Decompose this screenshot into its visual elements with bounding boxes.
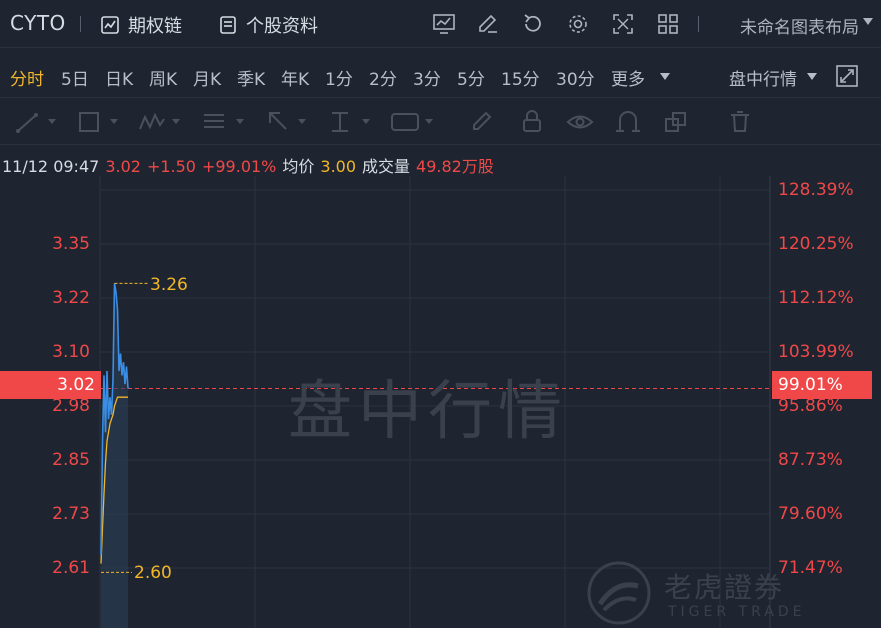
quote-info-line: 11/12 09:47 3.02 +1.50 +99.01% 均价 3.00 成交量 49.8… [2,153,500,177]
fib-tool-icon[interactable] [200,109,228,135]
tab-period-more[interactable]: 更多 [611,65,645,90]
label-tool-icon[interactable] [390,109,422,135]
top-bar: CYTO 期权链 个股资料 未命名图表布局 [0,0,881,48]
quote-price: 3.02 [105,157,141,176]
chevron-down-icon[interactable] [298,119,306,124]
stock-profile-label: 个股资料 [246,16,318,37]
tab-period-daily[interactable]: 日K [105,65,133,90]
trash-icon[interactable] [726,109,754,135]
magnet-icon[interactable] [614,109,642,135]
tab-period-5m[interactable]: 5分 [457,65,485,90]
divider [698,16,699,32]
chart-type-icon[interactable] [431,12,457,36]
expand-icon[interactable] [836,65,858,87]
divider [80,16,81,32]
tab-period-2m[interactable]: 2分 [369,65,397,90]
tab-period-15m[interactable]: 15分 [501,65,540,90]
grid-layout-icon[interactable] [655,12,681,36]
stock-profile-link[interactable]: 个股资料 [218,12,318,38]
y-tick-left: 3.10 [52,342,90,362]
options-chain-label: 期权链 [128,16,182,37]
chevron-down-icon[interactable] [236,119,244,124]
tab-period-weekly[interactable]: 周K [149,65,177,90]
y-tick-left: 3.22 [52,288,90,308]
y-tick-right: 112.12% [778,288,854,308]
chevron-down-icon[interactable] [660,73,670,80]
tab-period-5d[interactable]: 5日 [61,65,89,90]
copy-icon[interactable] [662,109,690,135]
price-area-fill [101,283,128,628]
tiger-logo-icon [587,561,651,625]
quote-change-pct: +99.01% [201,157,277,176]
y-tick-left: 2.61 [52,558,90,578]
watermark-text: 盘中行情 [288,375,568,449]
low-price-annotation: 2.60 [134,563,172,583]
tab-period-timeshare[interactable]: 分时 [10,65,44,90]
options-chain-link[interactable]: 期权链 [100,12,182,38]
arrow-tool-icon[interactable] [264,109,292,135]
chevron-down-icon[interactable] [110,119,118,124]
volume-label: 成交量 [362,157,411,176]
y-tick-right: 103.99% [778,342,854,362]
options-chain-icon [101,16,119,34]
draw-edit-icon[interactable] [475,12,501,36]
tab-period-yearly[interactable]: 年K [281,65,309,90]
current-pct-tag: 99.01% [772,371,872,399]
tab-period-1m[interactable]: 1分 [325,65,353,90]
y-tick-right: 71.47% [778,558,843,578]
chevron-down-icon[interactable] [807,73,817,80]
period-bar: 分时 5日 日K 周K 月K 季K 年K 1分 2分 3分 5分 15分 30分… [0,52,881,98]
tab-period-quarterly[interactable]: 季K [237,65,265,90]
layout-name-dropdown[interactable]: 未命名图表布局 [740,13,859,38]
current-price-tag: 3.02 [0,371,101,399]
y-tick-right: 79.60% [778,504,843,524]
wave-tool-icon[interactable] [138,109,166,135]
y-tick-left: 2.98 [52,396,90,416]
tab-period-monthly[interactable]: 月K [193,65,221,90]
fullscreen-icon[interactable] [610,12,636,36]
avg-price-label: 均价 [282,157,315,176]
chevron-down-icon[interactable] [863,18,873,25]
logo-text: 老虎證券 [664,571,785,604]
y-tick-left: 2.73 [52,504,90,524]
y-tick-left: 2.85 [52,450,90,470]
y-tick-right: 95.86% [778,396,843,416]
refresh-icon[interactable] [520,12,546,36]
eye-icon[interactable] [566,109,594,135]
settings-icon[interactable] [565,12,591,36]
pen-tool-icon[interactable] [468,109,496,135]
lock-icon[interactable] [518,109,546,135]
quote-change: +1.50 [146,157,196,176]
price-area [101,283,128,628]
chevron-down-icon[interactable] [362,119,370,124]
y-tick-left: 3.35 [52,234,90,254]
tab-period-3m[interactable]: 3分 [413,65,441,90]
chevron-down-icon[interactable] [172,119,180,124]
drawing-toolbar [0,99,881,145]
symbol-label[interactable]: CYTO [10,11,66,35]
avg-price-value: 3.00 [320,157,357,176]
chevron-down-icon[interactable] [425,119,433,124]
range-tool-icon[interactable] [326,109,354,135]
rect-tool-icon[interactable] [76,109,104,135]
y-tick-right: 120.25% [778,234,854,254]
intraday-toggle[interactable]: 盘中行情 [729,65,797,90]
high-price-annotation: 3.26 [150,275,188,295]
volume-value: 49.82万股 [416,157,494,176]
tab-period-30m[interactable]: 30分 [556,65,595,90]
y-tick-right: 128.39% [778,180,854,200]
line-tool-icon[interactable] [14,109,42,135]
document-icon [220,16,236,34]
y-tick-right: 87.73% [778,450,843,470]
logo-subtext: TIGER TRADE [668,604,806,620]
chevron-down-icon[interactable] [48,119,56,124]
quote-datetime: 11/12 09:47 [2,157,100,176]
